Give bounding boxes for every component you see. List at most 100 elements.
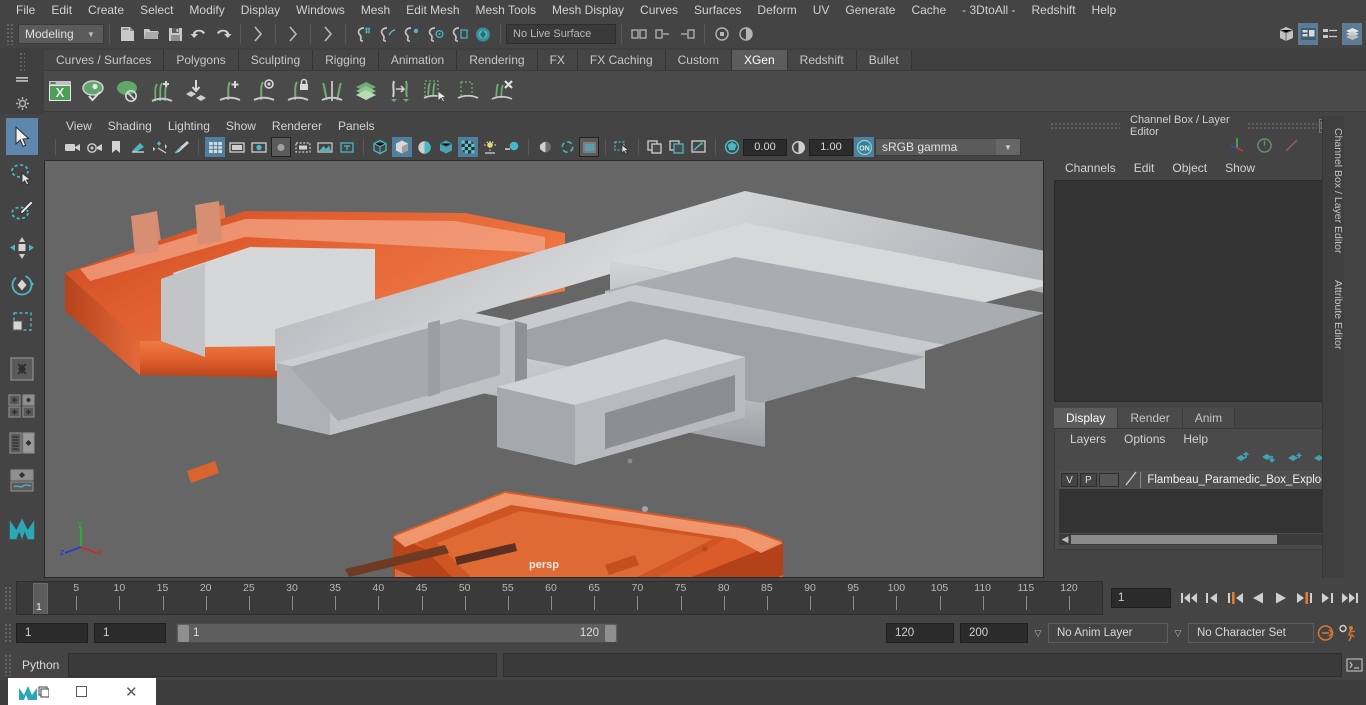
xgen-part-icon[interactable] xyxy=(316,74,348,108)
exposure-icon[interactable] xyxy=(722,137,742,157)
layer-list[interactable]: V P Flambeau_Paramedic_Box_Exploded_ ◀ ▶ xyxy=(1059,471,1335,533)
menu-select[interactable]: Select xyxy=(132,0,181,20)
step-forward-keyframe-icon[interactable] xyxy=(1317,587,1337,609)
menu-edit-mesh[interactable]: Edit Mesh xyxy=(398,0,467,20)
play-backwards-icon[interactable] xyxy=(1248,587,1268,609)
paint-select-tool[interactable] xyxy=(6,192,38,229)
move-layer-down-icon[interactable] xyxy=(1261,451,1277,467)
side-tab-channel-box[interactable]: Channel Box / Layer Editor xyxy=(1323,128,1344,254)
scroll-left-icon[interactable]: ◀ xyxy=(1059,534,1071,545)
shelf-tab-custom[interactable]: Custom xyxy=(666,50,732,70)
lasso-select-tool[interactable] xyxy=(6,155,38,192)
step-back-keyframe-icon[interactable] xyxy=(1202,587,1222,609)
menu-redshift[interactable]: Redshift xyxy=(1024,0,1084,20)
smooth-shade-all-icon[interactable] xyxy=(392,137,412,157)
select-by-object-icon[interactable] xyxy=(282,23,304,45)
shelf-options-gear-icon[interactable] xyxy=(11,93,33,114)
xgen-region-select-icon[interactable] xyxy=(452,74,484,108)
current-frame-field[interactable]: 1 xyxy=(1111,588,1171,608)
maximize-window-icon[interactable] xyxy=(57,678,106,705)
menu-mesh[interactable]: Mesh xyxy=(353,0,398,20)
menu-edit[interactable]: Edit xyxy=(43,0,80,20)
input-connections-icon[interactable] xyxy=(652,23,674,45)
select-by-component-icon[interactable] xyxy=(317,23,339,45)
animation-end-time-field[interactable]: 200 xyxy=(960,623,1028,643)
menu-create[interactable]: Create xyxy=(80,0,132,20)
gamma-value[interactable]: 1.00 xyxy=(809,139,853,156)
select-by-hierarchy-icon[interactable] xyxy=(247,23,269,45)
menu-cache[interactable]: Cache xyxy=(903,0,954,20)
channelbox-menu-object[interactable]: Object xyxy=(1163,161,1216,175)
layer-playback-toggle[interactable]: P xyxy=(1080,473,1097,487)
menu-generate[interactable]: Generate xyxy=(837,0,903,20)
shelf-tab-fx[interactable]: FX xyxy=(538,50,578,70)
menu-surfaces[interactable]: Surfaces xyxy=(686,0,749,20)
range-slider[interactable]: 1 120 xyxy=(176,623,618,643)
menu-windows[interactable]: Windows xyxy=(288,0,353,20)
film-origin-icon[interactable] xyxy=(293,137,313,157)
shelf-tab-menu-icon[interactable] xyxy=(11,71,33,88)
time-slider-playhead[interactable]: 1 xyxy=(33,583,48,615)
color-management-selector[interactable]: sRGB gamma ▼ xyxy=(875,138,1021,156)
xgen-import-preset-icon[interactable] xyxy=(180,74,212,108)
tab-display[interactable]: Display xyxy=(1054,408,1118,428)
show-hide-modeling-editor-icon[interactable] xyxy=(1276,23,1296,45)
xgen-disable-preview-icon[interactable] xyxy=(112,74,144,108)
close-window-icon[interactable]: ✕ xyxy=(107,678,156,705)
menu-help[interactable]: Help xyxy=(1084,0,1125,20)
make-live-icon[interactable] xyxy=(472,23,494,45)
speedometer-icon[interactable] xyxy=(1256,137,1273,157)
viewport-menu-renderer[interactable]: Renderer xyxy=(264,119,330,133)
time-slider[interactable]: 1 51015202530354045505560657075808590951… xyxy=(16,581,1103,615)
lock-selection-icon[interactable] xyxy=(711,23,733,45)
live-surface-field[interactable]: No Live Surface xyxy=(506,24,616,44)
viewport-menu-view[interactable]: View xyxy=(58,119,100,133)
move-layer-up-icon[interactable] xyxy=(1235,451,1251,467)
shelf-grip[interactable] xyxy=(19,52,25,71)
go-to-start-icon[interactable] xyxy=(1179,587,1199,609)
maya-app-icon[interactable] xyxy=(8,678,57,705)
four-view-layout[interactable] xyxy=(6,387,38,424)
wireframe-shading-icon[interactable] xyxy=(370,137,390,157)
xgen-layers-icon[interactable] xyxy=(350,74,382,108)
shelf-tab-rigging[interactable]: Rigging xyxy=(313,50,379,70)
shelf-tab-bullet[interactable]: Bullet xyxy=(857,50,912,70)
range-slider-right-handle[interactable] xyxy=(605,625,616,642)
move-tool[interactable] xyxy=(6,229,38,266)
xgen-noise-icon[interactable] xyxy=(384,74,416,108)
save-scene-icon[interactable] xyxy=(164,23,186,45)
layer-color-swatch[interactable] xyxy=(1099,473,1120,487)
color-management-icon[interactable]: ON xyxy=(854,137,874,157)
output-connections-icon[interactable] xyxy=(676,23,698,45)
character-set-dropdown-icon[interactable]: ▽ xyxy=(1168,623,1188,643)
status-line-grip[interactable] xyxy=(6,23,14,45)
side-tab-attribute-editor[interactable]: Attribute Editor xyxy=(1323,280,1344,349)
scroll-thumb[interactable] xyxy=(1071,535,1277,544)
redo-icon[interactable] xyxy=(212,23,234,45)
command-line-grip[interactable] xyxy=(4,654,12,676)
layer-menu-help[interactable]: Help xyxy=(1174,432,1217,446)
xgen-delete-groom-icon[interactable] xyxy=(486,74,518,108)
grease-pencil-icon[interactable] xyxy=(172,137,192,157)
layer-menu-layers[interactable]: Layers xyxy=(1061,432,1115,446)
shelf-tab-animation[interactable]: Animation xyxy=(379,50,457,70)
snap-to-grid-icon[interactable] xyxy=(352,23,374,45)
command-language-label[interactable]: Python xyxy=(16,658,68,672)
scale-tool[interactable] xyxy=(6,303,38,340)
animation-start-time-field[interactable]: 1 xyxy=(16,623,88,643)
step-back-frame-icon[interactable] xyxy=(1225,587,1245,609)
axis-icon[interactable] xyxy=(1229,137,1246,157)
persp-graph-layout[interactable] xyxy=(6,461,38,498)
viewport-menu-show[interactable]: Show xyxy=(218,119,264,133)
menu-3dtoall[interactable]: - 3DtoAll - xyxy=(954,0,1023,20)
tab-render[interactable]: Render xyxy=(1118,408,1182,428)
single-perspective-layout[interactable] xyxy=(6,350,38,387)
go-to-end-icon[interactable] xyxy=(1340,587,1360,609)
xray-texture-icon[interactable] xyxy=(315,137,335,157)
layer-visibility-toggle[interactable]: V xyxy=(1061,473,1078,487)
gate-mask-icon[interactable] xyxy=(271,137,291,157)
menu-curves[interactable]: Curves xyxy=(632,0,686,20)
layer-row[interactable]: V P Flambeau_Paramedic_Box_Exploded_ xyxy=(1059,471,1335,489)
layer-menu-options[interactable]: Options xyxy=(1115,432,1174,446)
isolate-select-icon[interactable] xyxy=(612,137,632,157)
